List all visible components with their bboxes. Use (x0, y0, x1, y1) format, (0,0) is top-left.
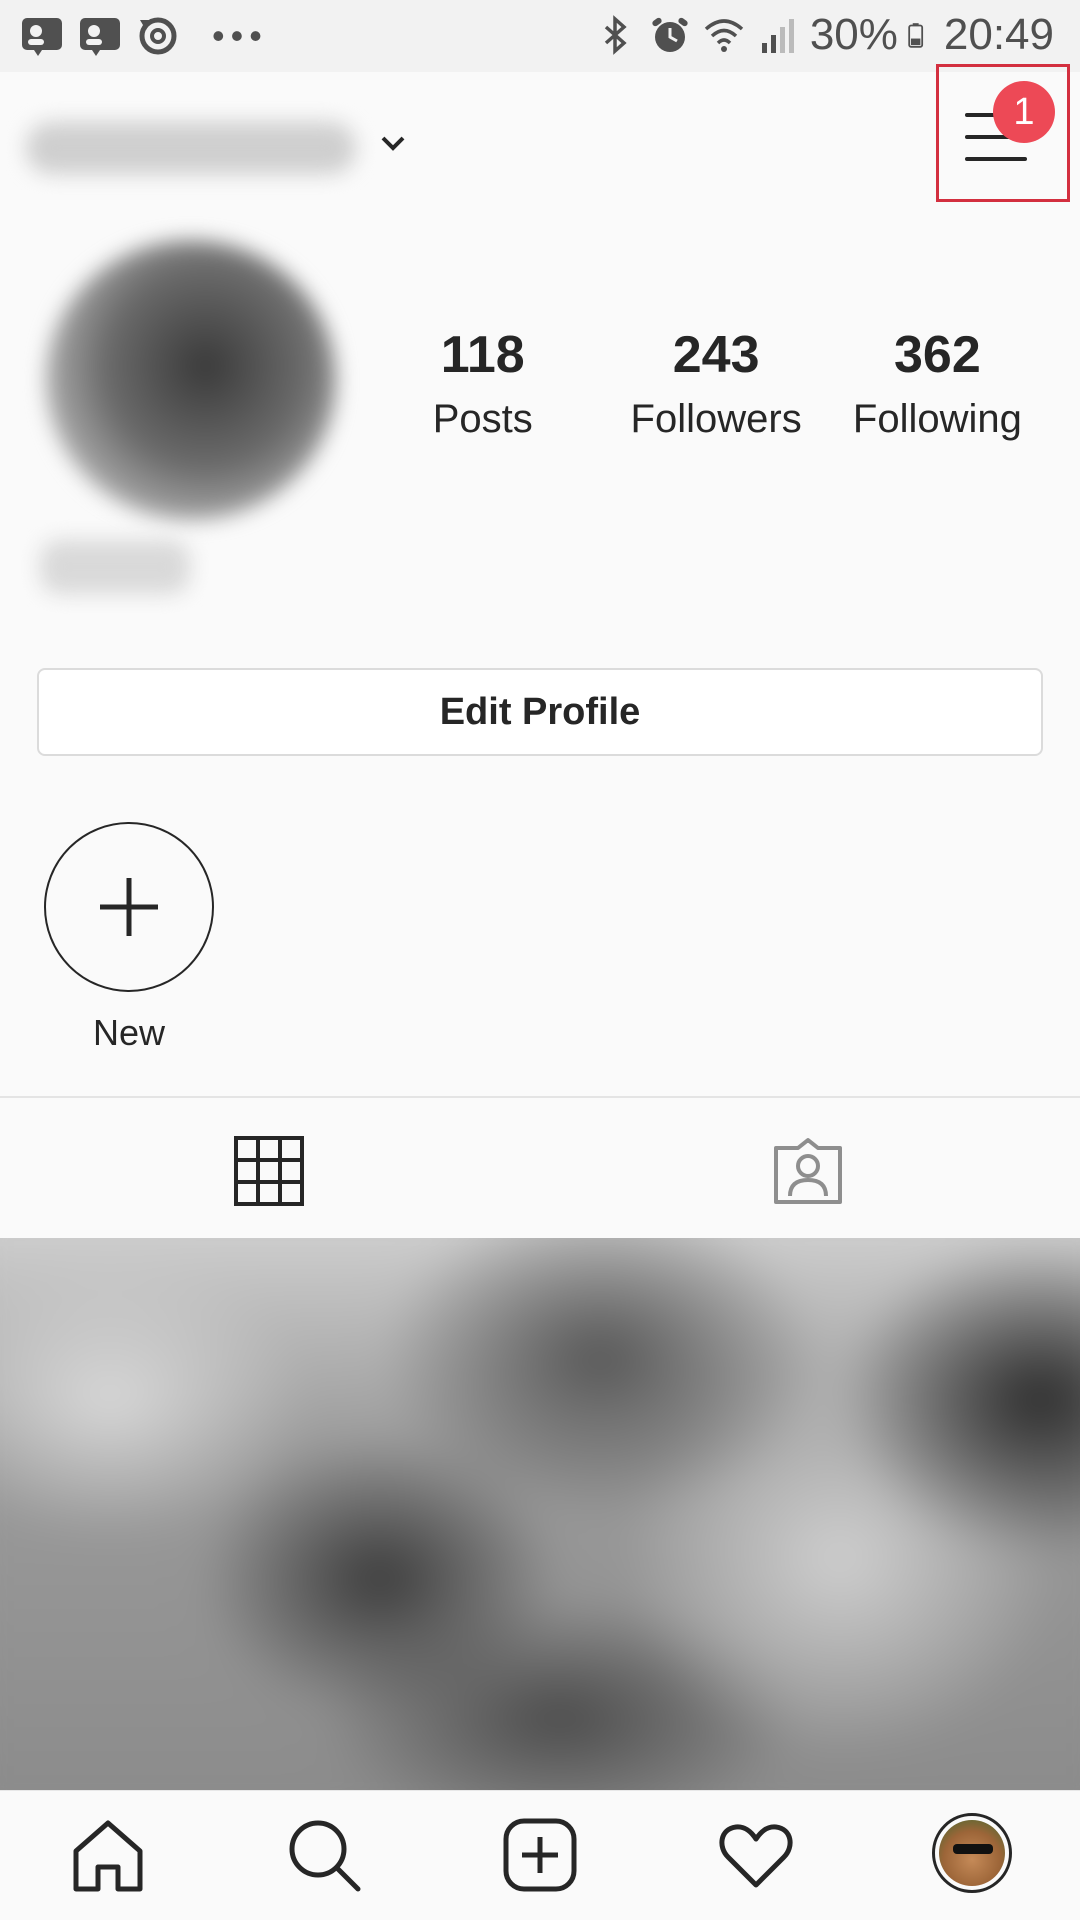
tagged-icon (774, 1138, 842, 1204)
nav-activity[interactable] (716, 1815, 796, 1895)
profile-avatar-blurred[interactable] (46, 240, 336, 520)
signal-icon (761, 19, 794, 53)
stat-following[interactable]: 362 Following (827, 320, 1048, 448)
stat-followers[interactable]: 243 Followers (606, 320, 827, 448)
tab-tagged[interactable] (540, 1098, 1080, 1238)
profile-tabs (0, 1098, 1080, 1238)
grid-icon (234, 1136, 304, 1206)
new-post-icon (503, 1818, 577, 1892)
stat-label: Followers (630, 397, 802, 441)
alarm-icon (652, 17, 688, 52)
edit-profile-button[interactable]: Edit Profile (37, 668, 1043, 756)
battery-icon (908, 23, 923, 48)
stat-posts[interactable]: 118 Posts (408, 320, 558, 448)
contact-card-icon (80, 18, 120, 56)
stat-value: 118 (440, 326, 525, 384)
posts-grid-blurred[interactable] (0, 1238, 1080, 1790)
stat-label: Following (852, 397, 1022, 441)
more-dots-icon: ••• (212, 15, 268, 56)
profile-stats: 118 Posts 243 Followers 362 Following (408, 320, 1048, 448)
status-time: 20:49 (943, 10, 1054, 59)
stat-value: 362 (893, 326, 981, 384)
nav-profile-avatar[interactable] (932, 1813, 1012, 1893)
nav-home[interactable] (68, 1815, 148, 1895)
activity-heart-icon (719, 1824, 793, 1888)
notification-badge: 1 (993, 81, 1055, 143)
search-icon (289, 1820, 361, 1892)
battery-percent: 30% (809, 10, 898, 59)
profile-header: 1 (0, 64, 1080, 212)
status-right-icons: 30% 20:49 (594, 10, 1054, 60)
status-left-icons: ••• (20, 14, 268, 58)
display-name-blurred (40, 540, 190, 594)
sync-icon (139, 17, 177, 55)
new-highlight-label: New (92, 1012, 166, 1053)
contact-card-icon (22, 18, 62, 56)
profile-avatar-image (939, 1820, 1005, 1886)
wifi-icon (704, 19, 743, 52)
post-thumbnail-blurred (0, 1238, 1080, 1790)
new-highlight-button[interactable] (44, 822, 214, 992)
stat-label: Posts (432, 397, 533, 441)
nav-new-post[interactable] (500, 1815, 580, 1895)
nav-search[interactable] (284, 1815, 364, 1895)
bottom-nav (0, 1790, 1080, 1920)
bluetooth-icon (604, 15, 627, 55)
stat-value: 243 (672, 326, 760, 384)
chevron-down-icon[interactable] (378, 128, 408, 158)
status-bar: ••• 30% 20:49 (0, 0, 1080, 72)
username-blurred[interactable] (26, 122, 356, 174)
plus-icon (100, 878, 158, 936)
menu-button[interactable]: 1 (936, 64, 1070, 202)
home-icon (73, 1820, 143, 1892)
tab-grid[interactable] (0, 1098, 540, 1238)
